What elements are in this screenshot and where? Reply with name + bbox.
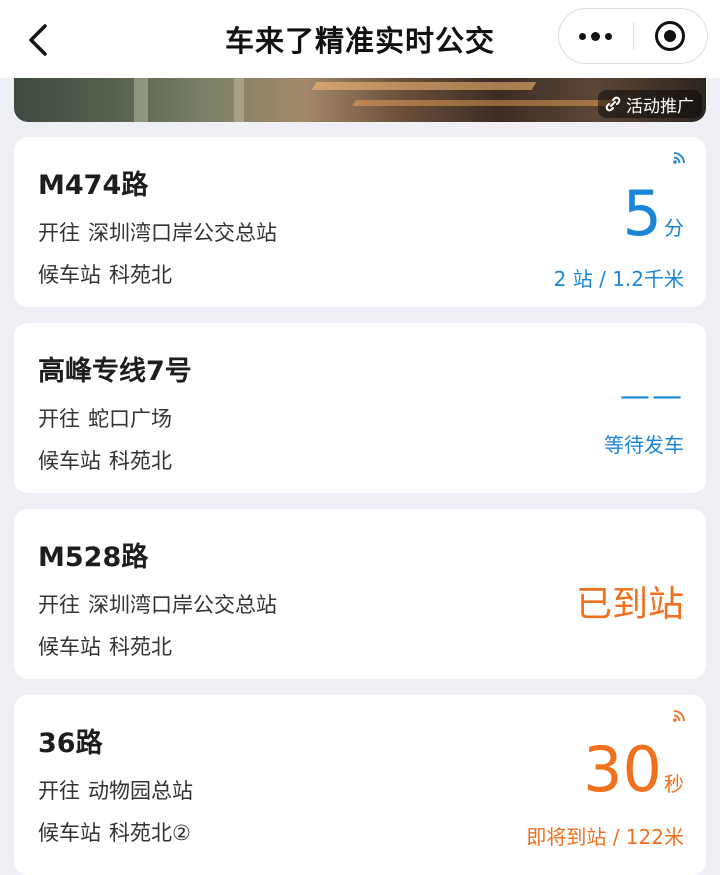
eta: 30 秒: [583, 739, 684, 801]
eta-placeholder: ——: [620, 379, 684, 414]
eta: 5分: [623, 183, 684, 245]
more-dots-icon: [579, 31, 613, 41]
bus-card-m528[interactable]: M528路 开往 深圳湾口岸公交总站 候车站 科苑北 已到站: [14, 509, 706, 679]
distance-info: 2 站 / 1.2千米: [553, 267, 684, 291]
more-button[interactable]: [559, 9, 633, 63]
eta-value: 30: [583, 733, 662, 806]
promo-tag: 活动推广: [598, 90, 702, 118]
arrived-status: 已到站: [575, 584, 684, 625]
promo-label: 活动推广: [626, 96, 694, 117]
bus-card-peak-7[interactable]: 高峰专线7号 开往 蛇口广场 候车站 科苑北 —— 等待发车: [14, 323, 706, 493]
route-name: M528路: [38, 542, 149, 573]
stop-name: 科苑北: [109, 449, 172, 473]
direction-row: 开往 蛇口广场: [38, 407, 172, 431]
bus-card-m474[interactable]: M474路 开往 深圳湾口岸公交总站 候车站 科苑北 5分 2 站 / 1.2千米: [14, 137, 706, 307]
stop-row: 候车站 科苑北: [38, 263, 172, 287]
stop-row: 候车站 科苑北: [38, 635, 172, 659]
stop-row: 候车站 科苑北②: [38, 821, 191, 845]
direction-row: 开往 深圳湾口岸公交总站: [38, 221, 277, 245]
eta-unit: 分: [664, 216, 684, 240]
eta-unit: 秒: [664, 772, 684, 796]
stop-name: 科苑北: [109, 635, 172, 659]
stop-row: 候车站 科苑北: [38, 449, 172, 473]
route-name: M474路: [38, 170, 149, 201]
link-icon: [605, 96, 621, 112]
route-name: 36路: [38, 728, 103, 759]
direction: 深圳湾口岸公交总站: [88, 221, 277, 245]
status-text: 等待发车: [604, 433, 684, 457]
direction-row: 开往 深圳湾口岸公交总站: [38, 593, 277, 617]
stop-name: 科苑北: [109, 263, 172, 287]
direction: 动物园总站: [88, 779, 193, 803]
eta-value: 5: [622, 177, 662, 250]
bus-card-36[interactable]: 36路 开往 动物园总站 候车站 科苑北② 30 秒 即将到站 / 122米: [14, 695, 706, 875]
close-mini-program-button[interactable]: [634, 9, 708, 63]
realtime-signal-icon: [673, 710, 685, 722]
direction-row: 开往 动物园总站: [38, 779, 193, 803]
distance-info: 即将到站 / 122米: [526, 825, 684, 849]
direction: 蛇口广场: [88, 407, 172, 431]
realtime-signal-icon: [673, 152, 685, 164]
mini-program-capsule: [558, 8, 708, 64]
direction: 深圳湾口岸公交总站: [88, 593, 277, 617]
target-icon: [655, 21, 686, 51]
stop-name: 科苑北②: [109, 821, 191, 845]
promo-banner[interactable]: 活动推广: [14, 78, 706, 122]
navbar: 车来了精准实时公交: [0, 0, 720, 78]
route-name: 高峰专线7号: [38, 356, 192, 387]
